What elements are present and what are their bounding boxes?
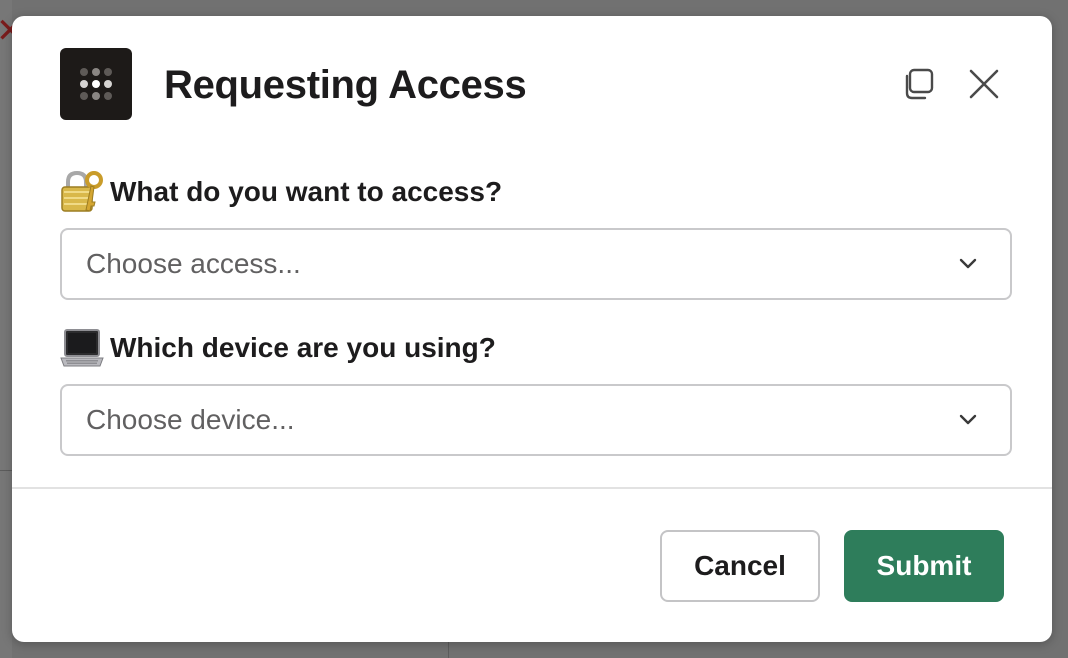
close-icon bbox=[969, 69, 999, 99]
access-select-placeholder: Choose access... bbox=[86, 248, 301, 279]
device-select[interactable]: Choose device... bbox=[60, 384, 1012, 456]
device-field-label: Which device are you using? bbox=[60, 326, 496, 370]
requesting-access-modal: Requesting Access What do you want to ac… bbox=[12, 16, 1052, 642]
background-divider-vertical bbox=[448, 640, 449, 658]
device-field-label-text: Which device are you using? bbox=[110, 332, 496, 363]
background-divider bbox=[0, 470, 12, 471]
lock-with-key-icon bbox=[60, 170, 106, 214]
access-select[interactable]: Choose access... bbox=[60, 228, 1012, 300]
device-select-placeholder: Choose device... bbox=[86, 404, 295, 435]
app-icon bbox=[60, 48, 132, 120]
footer-divider bbox=[12, 487, 1052, 489]
background-close-icon: ✕ bbox=[0, 14, 25, 54]
cancel-button[interactable]: Cancel bbox=[660, 530, 820, 602]
copy-icon bbox=[905, 68, 934, 100]
modal-title: Requesting Access bbox=[164, 63, 527, 107]
copy-button[interactable] bbox=[898, 64, 938, 104]
submit-button[interactable]: Submit bbox=[844, 530, 1004, 602]
laptop-icon bbox=[60, 326, 106, 370]
access-field-label-text: What do you want to access? bbox=[110, 176, 503, 207]
background-left-panel bbox=[0, 0, 12, 658]
access-field-label: What do you want to access? bbox=[60, 170, 502, 214]
chevron-down-icon bbox=[959, 258, 977, 269]
close-button[interactable] bbox=[964, 64, 1004, 104]
chevron-down-icon bbox=[959, 414, 977, 425]
